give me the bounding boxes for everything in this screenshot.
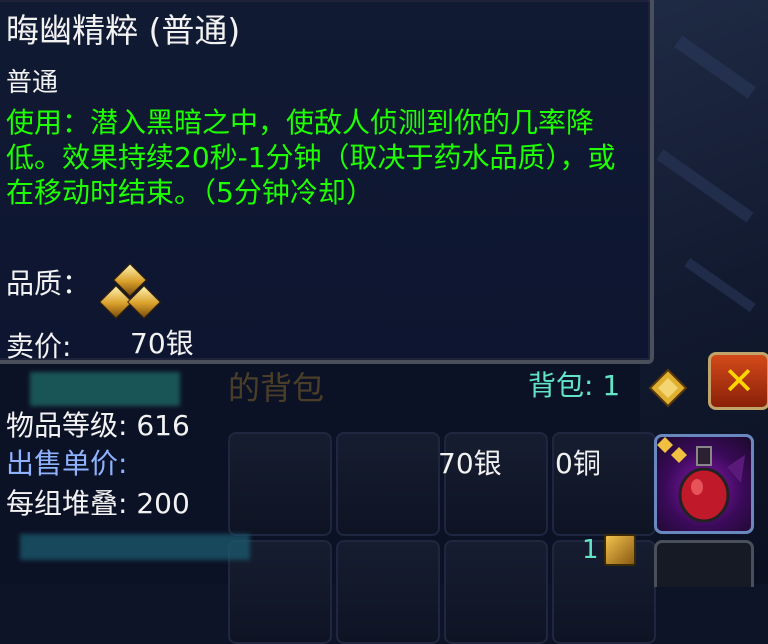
item-use-text: 使用：潜入黑暗之中，使敌人侦测到你的几率降低。效果持续20秒-1分钟（取决于药水… xyxy=(6,106,616,209)
sell-price-label: 卖价: xyxy=(6,330,72,363)
bag-count: 背包: 1 xyxy=(528,369,621,402)
item-title: 晦幽精粹 (普通) xyxy=(6,11,241,50)
bag-title: 的背包 xyxy=(228,369,325,407)
unit-price-label: 出售单价: xyxy=(6,447,128,480)
bag-slot[interactable] xyxy=(336,540,440,644)
close-button[interactable]: ✕ xyxy=(708,352,768,410)
unit-price-silver: 70银 xyxy=(438,447,502,480)
close-icon: ✕ xyxy=(723,359,755,403)
item-level: 物品等级: 616 xyxy=(6,409,190,442)
gold-coin-icon[interactable] xyxy=(648,368,688,408)
stack-size: 每组堆叠: 200 xyxy=(6,487,190,520)
bag-slot[interactable] xyxy=(228,432,332,536)
reagent-icon[interactable] xyxy=(604,534,636,566)
quality-label: 品质： xyxy=(6,267,91,300)
sell-price-value: 70银 xyxy=(130,327,194,360)
bag-slot[interactable] xyxy=(336,432,440,536)
potion-slot[interactable] xyxy=(654,434,754,534)
blurred-name xyxy=(30,372,180,406)
slot-count: 1 xyxy=(582,535,599,565)
item-quality-text: 普通 xyxy=(6,68,59,98)
unit-price-copper: 0铜 xyxy=(555,447,601,480)
bag-slot[interactable] xyxy=(444,540,548,644)
bag-slot[interactable] xyxy=(654,540,754,587)
quality-gems xyxy=(98,263,162,319)
blurred-text xyxy=(20,534,250,560)
quality-gem-icon xyxy=(657,437,687,463)
